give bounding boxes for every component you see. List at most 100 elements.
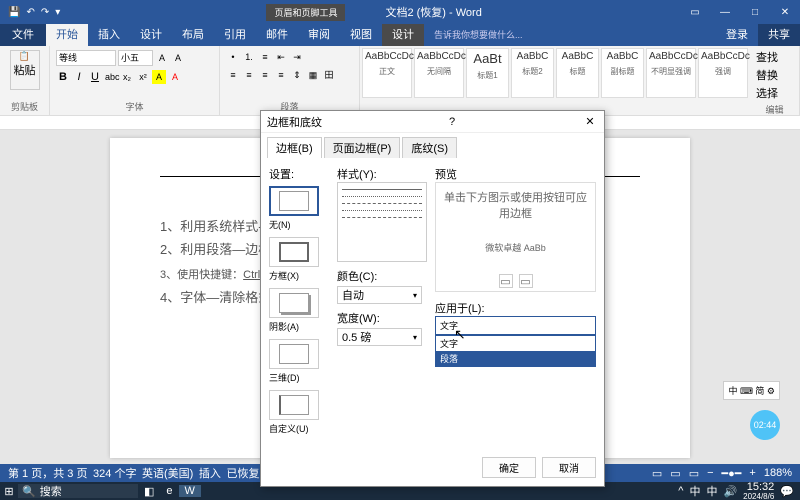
italic-icon[interactable]: I xyxy=(72,70,86,84)
clock-time[interactable]: 15:32 xyxy=(743,482,774,493)
indent-dec-icon[interactable]: ⇤ xyxy=(274,50,288,64)
qat-more-icon[interactable]: ▾ xyxy=(55,7,60,18)
superscript-icon[interactable]: x² xyxy=(136,70,150,84)
tab-shading[interactable]: 底纹(S) xyxy=(402,137,457,158)
share-button[interactable]: 共享 xyxy=(758,24,800,46)
style-title[interactable]: AaBbC标题 xyxy=(556,48,599,98)
bullets-icon[interactable]: • xyxy=(226,50,240,64)
undo-icon[interactable]: ↶ xyxy=(26,7,34,18)
subscript-icon[interactable]: x₂ xyxy=(120,70,134,84)
zoom-out-icon[interactable]: − xyxy=(707,467,713,479)
style-listbox[interactable] xyxy=(337,182,427,262)
align-right-icon[interactable]: ≡ xyxy=(258,68,272,82)
save-icon[interactable]: 💾 xyxy=(8,7,20,18)
tab-references[interactable]: 引用 xyxy=(214,24,256,46)
maximize-icon[interactable]: □ xyxy=(740,7,770,18)
style-nospacing[interactable]: AaBbCcDc无间隔 xyxy=(414,48,464,98)
align-center-icon[interactable]: ≡ xyxy=(242,68,256,82)
style-subtitle[interactable]: AaBbC副标题 xyxy=(601,48,644,98)
tab-file[interactable]: 文件 xyxy=(0,24,46,46)
login-button[interactable]: 登录 xyxy=(716,24,758,46)
style-heading2[interactable]: AaBbC标题2 xyxy=(511,48,554,98)
cancel-button[interactable]: 取消 xyxy=(542,457,596,478)
tab-layout[interactable]: 布局 xyxy=(172,24,214,46)
dialog-close-icon[interactable]: ✕ xyxy=(582,115,598,128)
replace-button[interactable]: 替换 xyxy=(756,66,793,84)
redo-icon[interactable]: ↷ xyxy=(41,7,49,18)
justify-icon[interactable]: ≡ xyxy=(274,68,288,82)
font-size-combo[interactable]: 小五 xyxy=(118,50,153,66)
minimize-icon[interactable]: — xyxy=(710,7,740,18)
multilevel-icon[interactable]: ≡ xyxy=(258,50,272,64)
shrink-font-icon[interactable]: A xyxy=(171,51,185,65)
view-web-icon[interactable]: ▭ xyxy=(689,467,699,480)
tab-design[interactable]: 设计 xyxy=(130,24,172,46)
align-left-icon[interactable]: ≡ xyxy=(226,68,240,82)
style-normal[interactable]: AaBbCcDc正文 xyxy=(362,48,412,98)
strike-icon[interactable]: abc xyxy=(104,70,118,84)
tab-design-context[interactable]: 设计 xyxy=(382,24,424,46)
notifications-icon[interactable]: 💬 xyxy=(780,485,794,498)
highlight-icon[interactable]: A xyxy=(152,70,166,84)
indent-inc-icon[interactable]: ⇥ xyxy=(290,50,304,64)
setting-shadow[interactable] xyxy=(269,288,319,318)
apply-option-paragraph[interactable]: 段落 xyxy=(436,351,595,366)
setting-custom[interactable] xyxy=(269,390,319,420)
border-top-icon[interactable]: ▭ xyxy=(499,274,513,288)
ime-indicator[interactable]: 中 xyxy=(689,483,700,499)
start-button[interactable]: ⊞ xyxy=(0,485,18,498)
tab-view[interactable]: 视图 xyxy=(340,24,382,46)
view-read-icon[interactable]: ▭ xyxy=(652,467,662,480)
setting-none[interactable] xyxy=(269,186,319,216)
zoom-in-icon[interactable]: + xyxy=(749,467,755,479)
apply-option-text[interactable]: 文字 xyxy=(436,336,595,351)
font-name-combo[interactable]: 等线 xyxy=(56,50,116,66)
ime-floating-bar[interactable]: 中 ⌨ 简 ⚙ xyxy=(723,381,780,400)
tab-mail[interactable]: 邮件 xyxy=(256,24,298,46)
zoom-slider[interactable]: ━●━ xyxy=(722,467,742,480)
volume-icon[interactable]: 🔊 xyxy=(723,485,737,498)
page-count[interactable]: 第 1 页，共 3 页 xyxy=(8,465,87,481)
tab-border[interactable]: 边框(B) xyxy=(267,137,322,158)
tray-up-icon[interactable]: ^ xyxy=(678,485,683,497)
find-button[interactable]: 查找 xyxy=(756,48,793,66)
grow-font-icon[interactable]: A xyxy=(155,51,169,65)
setting-box[interactable] xyxy=(269,237,319,267)
task-view-icon[interactable]: ◧ xyxy=(138,485,160,498)
border-bottom-icon[interactable]: ▭ xyxy=(519,274,533,288)
taskbar-search[interactable]: 🔍 搜索 xyxy=(18,484,138,498)
tab-page-border[interactable]: 页面边框(P) xyxy=(324,137,401,158)
insert-mode[interactable]: 插入 xyxy=(199,465,221,481)
tab-home[interactable]: 开始 xyxy=(46,24,88,46)
tab-review[interactable]: 审阅 xyxy=(298,24,340,46)
word-taskbar-icon[interactable]: W xyxy=(179,485,201,497)
view-print-icon[interactable]: ▭ xyxy=(670,467,680,480)
dialog-titlebar[interactable]: 边框和底纹 ? ✕ xyxy=(261,111,604,133)
paste-button[interactable]: 📋粘贴 xyxy=(10,50,40,90)
ok-button[interactable]: 确定 xyxy=(482,457,536,478)
edge-icon[interactable]: e xyxy=(160,485,178,497)
style-emphasis[interactable]: AaBbCcDc强调 xyxy=(698,48,748,98)
close-icon[interactable]: ✕ xyxy=(770,7,800,18)
color-combo[interactable]: 自动▾ xyxy=(337,286,422,304)
clock-date[interactable]: 2024/8/6 xyxy=(743,493,774,501)
apply-to-combo[interactable]: 文字 xyxy=(435,316,596,335)
setting-3d[interactable] xyxy=(269,339,319,369)
tell-me-input[interactable]: 告诉我你想要做什么... xyxy=(424,24,533,46)
bold-icon[interactable]: B xyxy=(56,70,70,84)
underline-icon[interactable]: U xyxy=(88,70,102,84)
numbering-icon[interactable]: 1. xyxy=(242,50,256,64)
font-color-icon[interactable]: A xyxy=(168,70,182,84)
tab-insert[interactable]: 插入 xyxy=(88,24,130,46)
language[interactable]: 英语(美国) xyxy=(142,465,193,481)
style-heading1[interactable]: AaBt标题1 xyxy=(466,48,509,98)
word-count[interactable]: 324 个字 xyxy=(93,465,136,481)
select-button[interactable]: 选择 xyxy=(756,84,793,102)
borders-icon[interactable]: 田 xyxy=(322,68,336,82)
dialog-help-icon[interactable]: ? xyxy=(449,116,455,128)
ime-mode-icon[interactable]: 中 xyxy=(706,483,717,499)
style-subtle-emphasis[interactable]: AaBbCcDc不明显强调 xyxy=(646,48,696,98)
width-combo[interactable]: 0.5 磅▾ xyxy=(337,328,422,346)
zoom-level[interactable]: 188% xyxy=(764,467,792,479)
line-spacing-icon[interactable]: ⇕ xyxy=(290,68,304,82)
